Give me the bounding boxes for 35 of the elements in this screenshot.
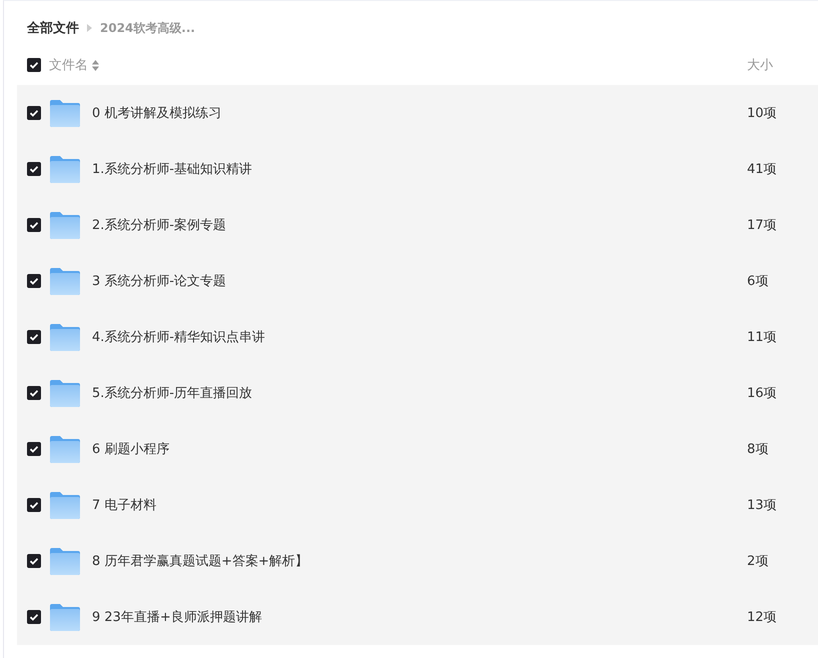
checkbox[interactable] [27, 386, 41, 400]
file-name[interactable]: 3 系统分析师-论文专题 [92, 272, 226, 290]
checkbox[interactable] [27, 274, 41, 288]
checkbox[interactable] [27, 442, 41, 456]
checkbox[interactable] [27, 554, 41, 568]
file-name[interactable]: 6 刷题小程序 [92, 440, 170, 458]
checkbox[interactable] [27, 330, 41, 344]
sort-icon[interactable] [92, 60, 99, 70]
file-name[interactable]: 2.系统分析师-案例专题 [92, 216, 226, 234]
breadcrumb-item[interactable]: 全部文件 [27, 19, 79, 37]
checkbox[interactable] [27, 106, 41, 120]
item-count: 2项 [747, 553, 770, 570]
item-count: 41项 [747, 161, 778, 178]
checkbox[interactable] [27, 58, 41, 72]
item-count: 16项 [747, 385, 778, 402]
column-header: 大小 [747, 57, 774, 74]
checkbox[interactable] [27, 498, 41, 512]
file-name[interactable]: 4.系统分析师-精华知识点串讲 [92, 328, 266, 346]
item-count: 10项 [747, 105, 778, 122]
breadcrumb-separator-icon [87, 24, 92, 32]
item-count: 11项 [747, 329, 778, 346]
file-name[interactable]: 0 机考讲解及模拟练习 [92, 104, 222, 122]
file-name[interactable]: 1.系统分析师-基础知识精讲 [92, 160, 252, 178]
checkbox[interactable] [27, 610, 41, 624]
item-count: 13项 [747, 497, 778, 514]
file-name[interactable]: 8 历年君学赢真题试题+答案+解析】 [92, 552, 308, 570]
file-name[interactable]: 5.系统分析师-历年直播回放 [92, 384, 252, 402]
file-name[interactable]: 9 23年直播+良师派押题讲解 [92, 608, 262, 626]
item-count: 8项 [747, 441, 770, 458]
file-name[interactable]: 7 电子材料 [92, 496, 156, 514]
item-count: 17项 [747, 217, 778, 234]
item-count: 12项 [747, 609, 778, 626]
item-count: 6项 [747, 273, 770, 290]
checkbox[interactable] [27, 218, 41, 232]
checkbox[interactable] [27, 162, 41, 176]
